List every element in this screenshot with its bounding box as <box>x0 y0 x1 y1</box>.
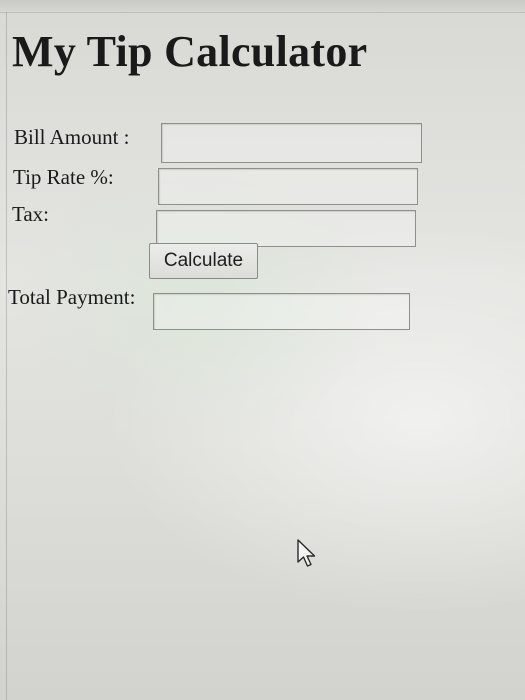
page-title: My Tip Calculator <box>12 27 368 76</box>
bill-amount-label: Bill Amount : <box>14 125 130 149</box>
tax-input[interactable] <box>156 210 416 247</box>
total-payment-label: Total Payment: <box>8 285 136 309</box>
bill-amount-input[interactable] <box>161 123 422 163</box>
browser-top-edge <box>0 0 525 13</box>
calculate-button[interactable]: Calculate <box>149 243 258 279</box>
tax-label: Tax: <box>12 202 50 226</box>
tip-rate-input[interactable] <box>158 168 418 205</box>
total-payment-input[interactable] <box>153 293 410 330</box>
mouse-pointer-icon <box>297 539 316 567</box>
tip-rate-label: Tip Rate %: <box>13 165 114 189</box>
page-edge-divider <box>6 12 7 700</box>
